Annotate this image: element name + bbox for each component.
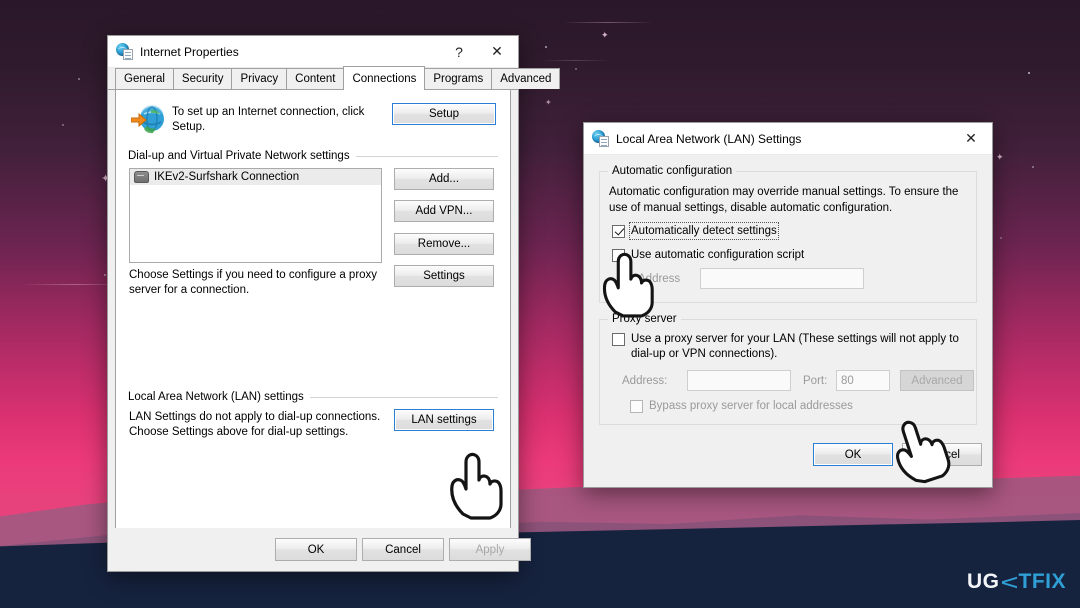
close-icon[interactable]: ✕	[476, 36, 518, 67]
advanced-button: Advanced	[900, 370, 974, 391]
ugetfix-logo-icon	[1001, 574, 1018, 591]
star	[1032, 166, 1034, 168]
bypass-proxy-checkbox-row[interactable]: Bypass proxy server for local addresses	[630, 399, 853, 413]
use-auto-config-script-checkbox[interactable]	[612, 249, 625, 262]
lan-settings-dialog: Local Area Network (LAN) Settings ✕ Auto…	[583, 122, 993, 488]
settings-button[interactable]: Settings	[394, 265, 494, 287]
light-streak	[562, 22, 654, 23]
tab-general[interactable]: General	[115, 68, 174, 89]
proxy-server-label: Proxy server	[608, 313, 681, 325]
auto-config-desc-line2: use of manual settings, disable automati…	[609, 202, 893, 214]
internet-properties-icon	[116, 43, 133, 60]
auto-config-address-input[interactable]	[700, 268, 864, 289]
lan-cancel-button[interactable]: Cancel	[902, 443, 982, 466]
star	[62, 124, 64, 126]
use-proxy-label-line2: dial-up or VPN connections).	[631, 348, 778, 360]
lan-hint: LAN Settings do not apply to dial-up con…	[129, 410, 387, 440]
use-proxy-server-checkbox-row[interactable]: Use a proxy server for your LAN (These s…	[612, 332, 961, 362]
bypass-proxy-label: Bypass proxy server for local addresses	[649, 400, 853, 412]
lan-group-label: Local Area Network (LAN) settings	[128, 391, 498, 403]
use-proxy-label-line1: Use a proxy server for your LAN (These s…	[631, 333, 959, 345]
internet-properties-tabs: General Security Privacy Content Connect…	[108, 66, 561, 90]
proxy-address-label: Address:	[622, 375, 668, 387]
automatic-configuration-label: Automatic configuration	[608, 165, 737, 177]
lan-settings-titlebar: Local Area Network (LAN) Settings ✕	[584, 123, 992, 155]
watermark-part1: UG	[967, 570, 1000, 593]
star	[1028, 72, 1030, 74]
ok-button[interactable]: OK	[275, 538, 357, 561]
globe-with-arrow-icon	[130, 104, 165, 136]
automatic-configuration-group: Automatic configuration Automatic config…	[599, 165, 977, 303]
sparkle-icon: ✦	[601, 30, 609, 40]
close-icon[interactable]: ✕	[950, 123, 992, 154]
internet-properties-dialog: Internet Properties ? ✕ General Security…	[107, 35, 561, 572]
ugetfix-watermark: UG TFIX	[967, 570, 1066, 594]
tab-connections[interactable]: Connections	[343, 66, 426, 90]
setup-description: To set up an Internet connection, click …	[172, 105, 364, 135]
tab-programs[interactable]: Programs	[424, 68, 493, 89]
use-auto-config-script-checkbox-row[interactable]: Use automatic configuration script	[612, 248, 804, 262]
lan-settings-button[interactable]: LAN settings	[394, 409, 494, 431]
modem-icon	[134, 171, 149, 183]
auto-detect-settings-label: Automatically detect settings	[629, 222, 779, 240]
internet-properties-footer: OK Cancel Apply	[108, 528, 531, 571]
auto-config-address-label: Address	[638, 273, 681, 285]
sparkle-icon: ✦	[996, 152, 1004, 162]
automatic-configuration-description: Automatic configuration may override man…	[609, 184, 971, 216]
lan-ok-button[interactable]: OK	[813, 443, 893, 466]
star	[545, 46, 547, 48]
proxy-port-label: Port:	[803, 375, 828, 387]
proxy-server-group: Proxy server Use a proxy server for your…	[599, 313, 977, 425]
tab-privacy[interactable]: Privacy	[231, 68, 288, 89]
bypass-proxy-checkbox[interactable]	[630, 400, 643, 413]
group-rule	[309, 396, 498, 398]
apply-button: Apply	[449, 538, 531, 561]
list-item[interactable]: IKEv2-Surfshark Connection	[130, 169, 381, 185]
dialup-hint-line1: Choose Settings if you need to configure…	[129, 269, 378, 281]
auto-detect-settings-checkbox[interactable]	[612, 225, 625, 238]
dialup-group-label: Dial-up and Virtual Private Network sett…	[128, 150, 498, 162]
internet-properties-titlebar: Internet Properties ? ✕	[108, 36, 518, 68]
cancel-button[interactable]: Cancel	[362, 538, 444, 561]
remove-button[interactable]: Remove...	[394, 233, 494, 255]
tab-advanced[interactable]: Advanced	[491, 68, 561, 89]
add-button[interactable]: Add...	[394, 168, 494, 190]
light-streak	[540, 60, 610, 61]
dialup-connections-list[interactable]: IKEv2-Surfshark Connection	[129, 168, 382, 263]
auto-detect-settings-checkbox-row[interactable]: Automatically detect settings	[612, 222, 779, 240]
setup-description-line1: To set up an Internet connection, click	[172, 106, 365, 118]
lan-settings-icon	[592, 130, 609, 147]
use-auto-config-script-label: Use automatic configuration script	[631, 249, 805, 261]
connections-tab-page: To set up an Internet connection, click …	[115, 90, 511, 550]
internet-properties-title: Internet Properties	[140, 44, 239, 59]
tab-content[interactable]: Content	[286, 68, 345, 89]
list-item-label: IKEv2-Surfshark Connection	[154, 171, 300, 183]
sparkle-icon: ✦	[545, 98, 552, 107]
proxy-port-input[interactable]	[836, 370, 890, 391]
add-vpn-button[interactable]: Add VPN...	[394, 200, 494, 222]
star	[104, 274, 106, 276]
use-proxy-server-checkbox[interactable]	[612, 333, 625, 346]
proxy-address-input[interactable]	[687, 370, 791, 391]
help-button[interactable]: ?	[442, 36, 476, 67]
dialup-hint-line2: server for a connection.	[129, 284, 250, 296]
dialup-hint: Choose Settings if you need to configure…	[129, 268, 384, 298]
group-rule	[355, 155, 498, 157]
auto-config-desc-line1: Automatic configuration may override man…	[609, 186, 959, 198]
star	[575, 68, 577, 70]
lan-settings-title: Local Area Network (LAN) Settings	[616, 131, 802, 146]
star	[78, 78, 80, 80]
lan-hint-line1: LAN Settings do not apply to dial-up con…	[129, 411, 381, 423]
desktop-background: ✦ ✦ ✦ ✦ Internet Properties ? ✕ General …	[0, 0, 1080, 608]
lan-hint-line2: Choose Settings above for dial-up settin…	[129, 426, 349, 438]
star	[1000, 237, 1002, 239]
use-proxy-server-label: Use a proxy server for your LAN (These s…	[631, 332, 961, 362]
setup-button[interactable]: Setup	[392, 103, 496, 125]
tab-security[interactable]: Security	[172, 68, 233, 89]
setup-description-line2: Setup.	[172, 121, 206, 133]
watermark-part2: TFIX	[1018, 570, 1066, 593]
